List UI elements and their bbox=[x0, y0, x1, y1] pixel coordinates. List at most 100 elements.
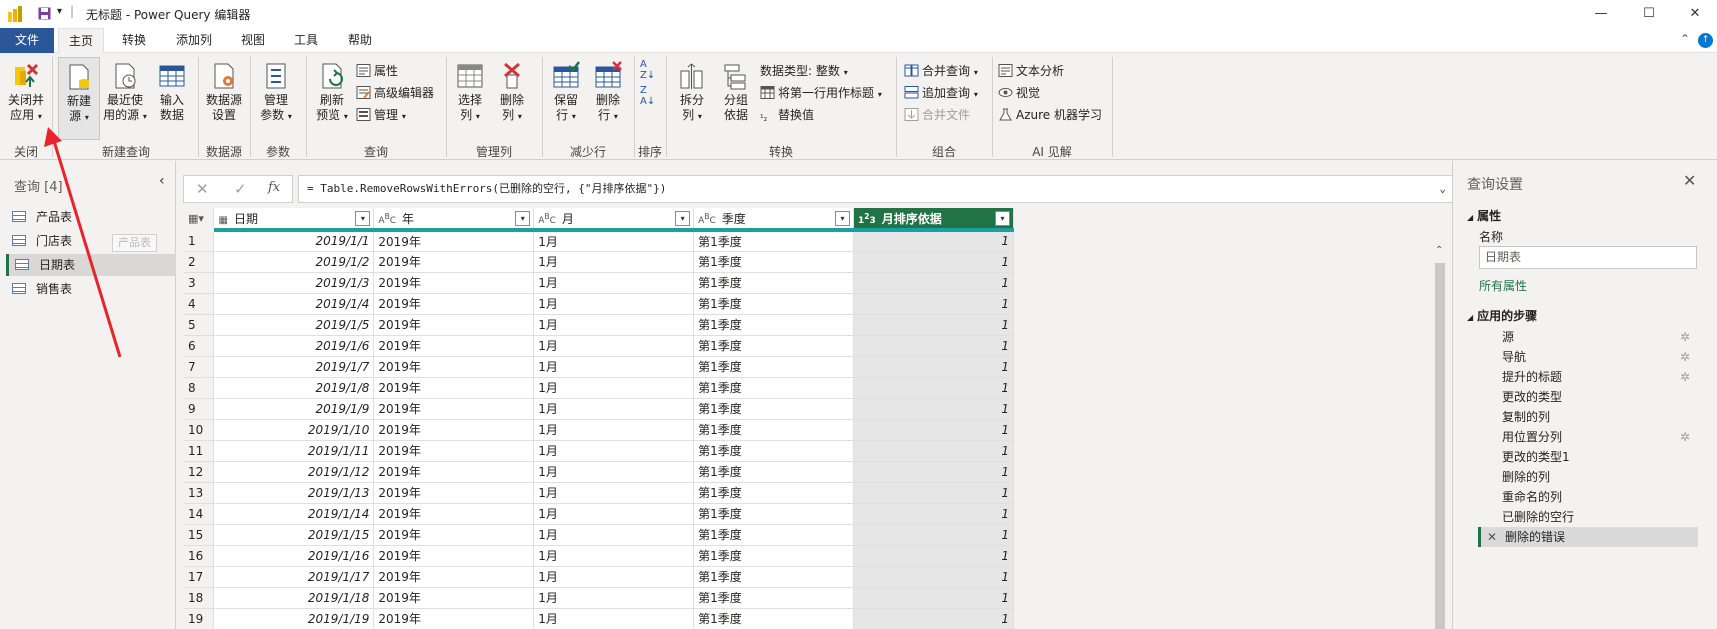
properties-section[interactable]: ◢ 属性 bbox=[1467, 207, 1501, 224]
cell-year[interactable]: 2019年 bbox=[373, 293, 535, 315]
cell-month-sort[interactable]: 1 bbox=[853, 251, 1014, 273]
cell-month-sort[interactable]: 1 bbox=[853, 524, 1014, 546]
cell-month-sort[interactable]: 1 bbox=[853, 419, 1014, 441]
scrollbar-thumb[interactable] bbox=[1435, 263, 1445, 629]
table-row[interactable]: 12 2019/1/12 2019年 1月 第1季度 1 bbox=[184, 461, 1014, 483]
query-name-input[interactable]: 日期表 bbox=[1479, 246, 1697, 269]
cell-month-sort[interactable]: 1 bbox=[853, 461, 1014, 483]
cell-date[interactable]: 2019/1/18 bbox=[213, 587, 375, 609]
cell-year[interactable]: 2019年 bbox=[373, 398, 535, 420]
table-row[interactable]: 3 2019/1/3 2019年 1月 第1季度 1 bbox=[184, 272, 1014, 294]
recent-sources-button[interactable]: 最近使 用的源 ▾ bbox=[102, 57, 148, 124]
applied-steps-section[interactable]: ◢ 应用的步骤 bbox=[1467, 307, 1537, 324]
row-number[interactable]: 16 bbox=[184, 545, 215, 567]
vision-button[interactable]: 视觉 bbox=[998, 83, 1040, 103]
cell-year[interactable]: 2019年 bbox=[373, 377, 535, 399]
cell-date[interactable]: 2019/1/13 bbox=[213, 482, 375, 504]
cell-date[interactable]: 2019/1/6 bbox=[213, 335, 375, 357]
row-number[interactable]: 1 bbox=[184, 230, 215, 252]
cell-month[interactable]: 1月 bbox=[533, 377, 695, 399]
cell-date[interactable]: 2019/1/8 bbox=[213, 377, 375, 399]
cell-month[interactable]: 1月 bbox=[533, 440, 695, 462]
remove-rows-button[interactable]: 删除 行 ▾ bbox=[588, 57, 628, 124]
cell-month[interactable]: 1月 bbox=[533, 524, 695, 546]
cell-month[interactable]: 1月 bbox=[533, 335, 695, 357]
filter-dropdown-icon[interactable]: ▾ bbox=[675, 211, 691, 226]
properties-button[interactable]: 属性 bbox=[356, 61, 398, 81]
vertical-scrollbar[interactable]: ⌃ bbox=[1432, 245, 1448, 629]
cell-date[interactable]: 2019/1/11 bbox=[213, 440, 375, 462]
cell-month-sort[interactable]: 1 bbox=[853, 314, 1014, 336]
applied-step[interactable]: 导航 ✲ bbox=[1478, 347, 1698, 367]
cell-date[interactable]: 2019/1/14 bbox=[213, 503, 375, 525]
row-number[interactable]: 2 bbox=[184, 251, 215, 273]
cell-quarter[interactable]: 第1季度 bbox=[693, 314, 855, 336]
enter-data-button[interactable]: 输入 数据 bbox=[152, 57, 192, 123]
azure-ml-button[interactable]: Azure 机器学习 bbox=[998, 105, 1102, 125]
cell-month-sort[interactable]: 1 bbox=[853, 608, 1014, 629]
column-header-month[interactable]: ABC 月 ▾ bbox=[533, 208, 695, 232]
close-window-button[interactable]: ✕ bbox=[1672, 2, 1717, 26]
table-row[interactable]: 13 2019/1/13 2019年 1月 第1季度 1 bbox=[184, 482, 1014, 504]
cell-month-sort[interactable]: 1 bbox=[853, 566, 1014, 588]
cell-month-sort[interactable]: 1 bbox=[853, 482, 1014, 504]
close-pane-icon[interactable]: ✕ bbox=[1683, 171, 1696, 190]
applied-step[interactable]: 更改的类型1 bbox=[1478, 447, 1698, 467]
cell-month[interactable]: 1月 bbox=[533, 272, 695, 294]
cell-date[interactable]: 2019/1/4 bbox=[213, 293, 375, 315]
row-number[interactable]: 7 bbox=[184, 356, 215, 378]
row-number[interactable]: 13 bbox=[184, 482, 215, 504]
cell-year[interactable]: 2019年 bbox=[373, 461, 535, 483]
step-settings-gear-icon[interactable]: ✲ bbox=[1680, 427, 1690, 447]
cell-year[interactable]: 2019年 bbox=[373, 608, 535, 629]
row-number[interactable]: 8 bbox=[184, 377, 215, 399]
maximize-button[interactable]: ☐ bbox=[1626, 2, 1672, 26]
cell-date[interactable]: 2019/1/9 bbox=[213, 398, 375, 420]
cell-month[interactable]: 1月 bbox=[533, 461, 695, 483]
row-number[interactable]: 15 bbox=[184, 524, 215, 546]
table-row[interactable]: 5 2019/1/5 2019年 1月 第1季度 1 bbox=[184, 314, 1014, 336]
collapse-pane-icon[interactable]: ‹ bbox=[159, 173, 165, 189]
cell-year[interactable]: 2019年 bbox=[373, 419, 535, 441]
tab-add-column[interactable]: 添加列 bbox=[166, 28, 222, 53]
cell-year[interactable]: 2019年 bbox=[373, 566, 535, 588]
row-number[interactable]: 10 bbox=[184, 419, 215, 441]
cell-quarter[interactable]: 第1季度 bbox=[693, 293, 855, 315]
keep-rows-button[interactable]: 保留 行 ▾ bbox=[546, 57, 586, 124]
cell-quarter[interactable]: 第1季度 bbox=[693, 545, 855, 567]
row-number[interactable]: 6 bbox=[184, 335, 215, 357]
filter-dropdown-icon[interactable]: ▾ bbox=[355, 211, 371, 226]
combine-files-button[interactable]: 合并文件 bbox=[904, 105, 970, 125]
all-properties-link[interactable]: 所有属性 bbox=[1479, 277, 1527, 294]
cell-quarter[interactable]: 第1季度 bbox=[693, 377, 855, 399]
cell-quarter[interactable]: 第1季度 bbox=[693, 419, 855, 441]
row-number[interactable]: 14 bbox=[184, 503, 215, 525]
cell-month-sort[interactable]: 1 bbox=[853, 377, 1014, 399]
formula-input[interactable]: = Table.RemoveRowsWithErrors(已删除的空行, {"月… bbox=[298, 175, 1453, 203]
cell-month-sort[interactable]: 1 bbox=[853, 230, 1014, 252]
cell-month[interactable]: 1月 bbox=[533, 293, 695, 315]
cell-year[interactable]: 2019年 bbox=[373, 503, 535, 525]
minimize-button[interactable]: — bbox=[1578, 2, 1624, 26]
filter-dropdown-icon[interactable]: ▾ bbox=[515, 211, 531, 226]
merge-queries-button[interactable]: 合并查询 ▾ bbox=[904, 61, 978, 81]
table-row[interactable]: 18 2019/1/18 2019年 1月 第1季度 1 bbox=[184, 587, 1014, 609]
cell-date[interactable]: 2019/1/1 bbox=[213, 230, 375, 252]
applied-step[interactable]: 复制的列 bbox=[1478, 407, 1698, 427]
cell-year[interactable]: 2019年 bbox=[373, 356, 535, 378]
cell-month[interactable]: 1月 bbox=[533, 356, 695, 378]
applied-step[interactable]: 源 ✲ bbox=[1478, 327, 1698, 347]
cell-date[interactable]: 2019/1/2 bbox=[213, 251, 375, 273]
table-row[interactable]: 14 2019/1/14 2019年 1月 第1季度 1 bbox=[184, 503, 1014, 525]
append-queries-button[interactable]: 追加查询 ▾ bbox=[904, 83, 978, 103]
cell-quarter[interactable]: 第1季度 bbox=[693, 482, 855, 504]
delete-step-icon[interactable]: ✕ bbox=[1487, 527, 1497, 547]
table-row[interactable]: 1 2019/1/1 2019年 1月 第1季度 1 bbox=[184, 230, 1014, 252]
cell-month-sort[interactable]: 1 bbox=[853, 335, 1014, 357]
manage-button[interactable]: 管理 ▾ bbox=[356, 105, 406, 125]
table-row[interactable]: 17 2019/1/17 2019年 1月 第1季度 1 bbox=[184, 566, 1014, 588]
cell-month[interactable]: 1月 bbox=[533, 230, 695, 252]
table-row[interactable]: 2 2019/1/2 2019年 1月 第1季度 1 bbox=[184, 251, 1014, 273]
applied-step[interactable]: 删除的列 bbox=[1478, 467, 1698, 487]
cell-month[interactable]: 1月 bbox=[533, 398, 695, 420]
